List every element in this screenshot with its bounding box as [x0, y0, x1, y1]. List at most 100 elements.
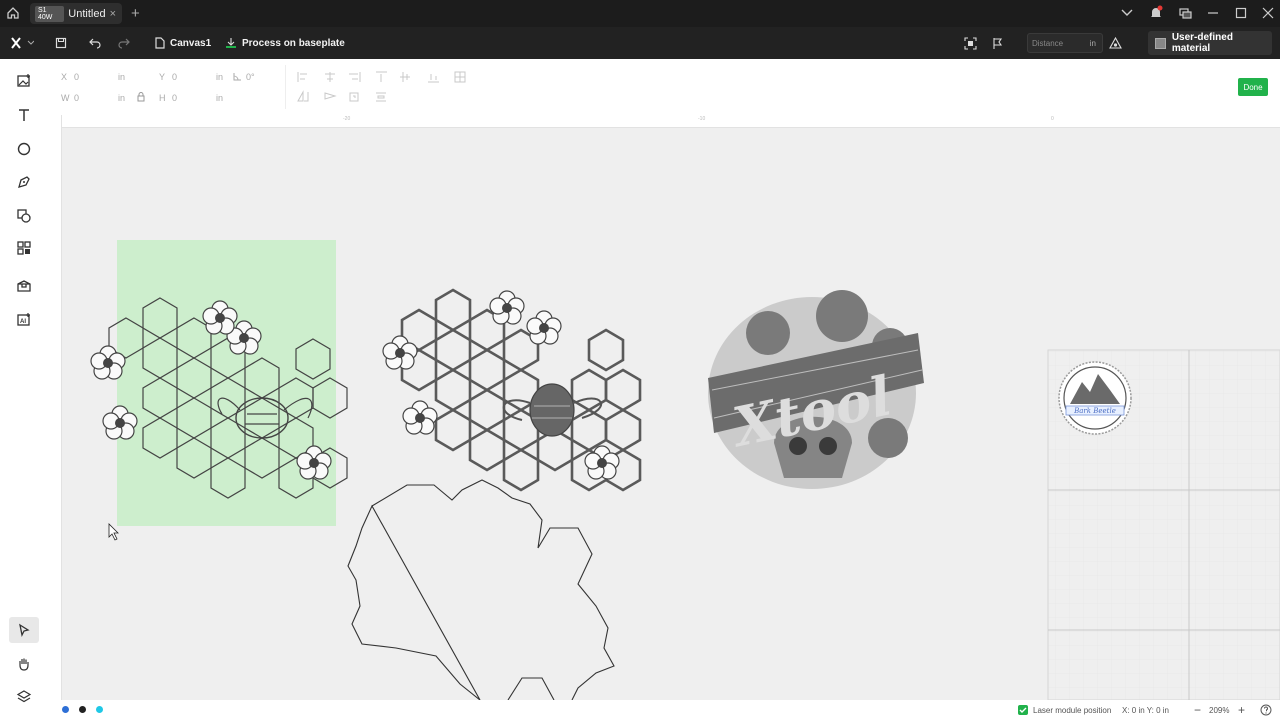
done-button[interactable]: Done — [1238, 78, 1268, 96]
laser-position-label: Laser module position — [1033, 706, 1112, 715]
canvas-label: Canvas1 — [170, 37, 212, 49]
process-mode-selector[interactable]: Process on baseplate — [225, 27, 345, 59]
property-bar: X 0 in Y 0 in 0° W 0 in H 0 in Done — [48, 59, 1280, 115]
ruler-mark: -20 — [343, 116, 351, 122]
close-window-icon[interactable] — [1260, 5, 1276, 21]
laser-position-checkbox[interactable] — [1018, 705, 1028, 715]
zoom-in-button[interactable]: + — [1238, 703, 1245, 717]
notification-bell-icon[interactable] — [1148, 5, 1164, 21]
divider — [285, 65, 286, 109]
box-icon — [17, 280, 31, 292]
mouse-cursor-icon — [108, 523, 119, 541]
document-icon — [155, 37, 165, 49]
rotation-input[interactable]: 0° — [246, 72, 255, 82]
ruler-mark: -10 — [698, 116, 706, 122]
text-icon — [19, 109, 29, 121]
circle-icon — [17, 142, 31, 156]
zoom-out-button[interactable]: − — [1194, 703, 1201, 717]
distance-unit: in — [1089, 39, 1096, 48]
badge-text: Bark Beetle — [1073, 407, 1116, 415]
main-toolbar: Canvas1 Process on baseplate Distance in… — [0, 27, 1280, 59]
image-icon — [17, 74, 30, 87]
image-tool-button[interactable] — [14, 71, 34, 91]
cursor-coordinates: X: 0 in Y: 0 in — [1122, 706, 1169, 715]
shapes-library-button[interactable] — [14, 206, 34, 226]
cursor-arrow-icon — [19, 623, 30, 637]
x-unit: in — [118, 72, 126, 82]
rotation-angle-icon — [233, 73, 241, 81]
select-tool-button[interactable] — [9, 617, 39, 643]
ai-image-icon: AI — [17, 313, 30, 326]
maximize-icon[interactable] — [1233, 5, 1249, 21]
honeycomb-bee-design[interactable] — [382, 288, 642, 492]
lock-ratio-icon[interactable] — [137, 92, 145, 102]
hand-icon — [19, 658, 29, 671]
x-label: X — [61, 72, 68, 82]
xtool-skull-logo-design[interactable]: Xtool — [708, 290, 924, 489]
align-tools-group — [297, 71, 466, 102]
material-selector[interactable]: User-defined material — [1148, 31, 1272, 55]
bark-beetle-badge[interactable]: Bark Beetle — [1058, 361, 1132, 435]
new-tab-icon[interactable]: + — [131, 5, 140, 22]
w-label: W — [61, 93, 70, 103]
x-position-input[interactable]: 0 — [74, 72, 79, 82]
svg-text:AI: AI — [20, 319, 26, 325]
y-label: Y — [159, 72, 166, 82]
layer-color-cyan[interactable] — [96, 706, 103, 713]
minimize-icon[interactable] — [1205, 5, 1221, 21]
material-label: User-defined material — [1171, 32, 1233, 54]
distance-input[interactable]: Distance in — [1027, 33, 1103, 53]
design-canvas[interactable]: Xtool Bark Beetle — [62, 128, 1280, 700]
y-unit: in — [216, 72, 224, 82]
document-tab[interactable]: S1 40W Untitled × — [30, 3, 122, 24]
layer-color-blue[interactable] — [62, 706, 69, 713]
close-tab-icon[interactable]: × — [110, 8, 116, 20]
vertical-ruler — [48, 115, 62, 705]
shapes-icon — [17, 209, 31, 223]
y-position-input[interactable]: 0 — [172, 72, 177, 82]
auto-measure-button[interactable] — [1109, 27, 1122, 59]
help-icon[interactable] — [1260, 704, 1272, 716]
status-bar: Laser module position X: 0 in Y: 0 in − … — [48, 700, 1280, 720]
app-menu-button[interactable] — [10, 27, 34, 59]
left-tool-sidebar: AI — [0, 59, 48, 720]
material-swatch-icon — [1155, 37, 1166, 49]
pen-tool-button[interactable] — [14, 172, 34, 192]
framing-button[interactable] — [991, 27, 1004, 59]
title-bar: S1 40W Untitled × + — [0, 0, 1280, 27]
pan-tool-button[interactable] — [14, 654, 34, 674]
selected-honeycomb-design[interactable] — [90, 240, 348, 526]
horizontal-ruler: -20 -10 0 — [62, 115, 1280, 128]
canvas-selector[interactable]: Canvas1 — [155, 27, 211, 59]
contour-outline-shape[interactable] — [347, 479, 615, 700]
process-label: Process on baseplate — [242, 37, 345, 49]
baseplate-icon — [226, 38, 236, 48]
h-label: H — [159, 93, 166, 103]
layers-button[interactable] — [14, 687, 34, 707]
save-button[interactable] — [55, 27, 67, 59]
apps-button[interactable] — [14, 238, 34, 258]
h-unit: in — [216, 93, 224, 103]
layer-color-black[interactable] — [79, 706, 86, 713]
materials-button[interactable] — [14, 277, 34, 297]
redo-button[interactable] — [118, 27, 130, 59]
zoom-level: 209% — [1209, 706, 1230, 715]
height-input[interactable]: 0 — [172, 93, 177, 103]
save-icon — [55, 37, 67, 49]
camera-capture-button[interactable] — [964, 27, 977, 59]
ai-tool-button[interactable]: AI — [14, 310, 34, 330]
flag-icon — [993, 37, 1003, 49]
layers-icon — [16, 690, 32, 703]
chevron-down-icon[interactable] — [1119, 8, 1135, 18]
redo-icon — [118, 38, 130, 49]
xtool-logo-icon — [11, 37, 34, 49]
text-tool-button[interactable] — [14, 105, 34, 125]
undo-button[interactable] — [89, 27, 101, 59]
shape-tool-button[interactable] — [14, 139, 34, 159]
device-badge: S1 40W — [35, 5, 65, 22]
width-input[interactable]: 0 — [74, 93, 79, 103]
home-icon[interactable] — [6, 6, 20, 20]
checkmark-icon — [1019, 707, 1027, 713]
feedback-icon[interactable] — [1177, 5, 1193, 21]
w-unit: in — [118, 93, 126, 103]
